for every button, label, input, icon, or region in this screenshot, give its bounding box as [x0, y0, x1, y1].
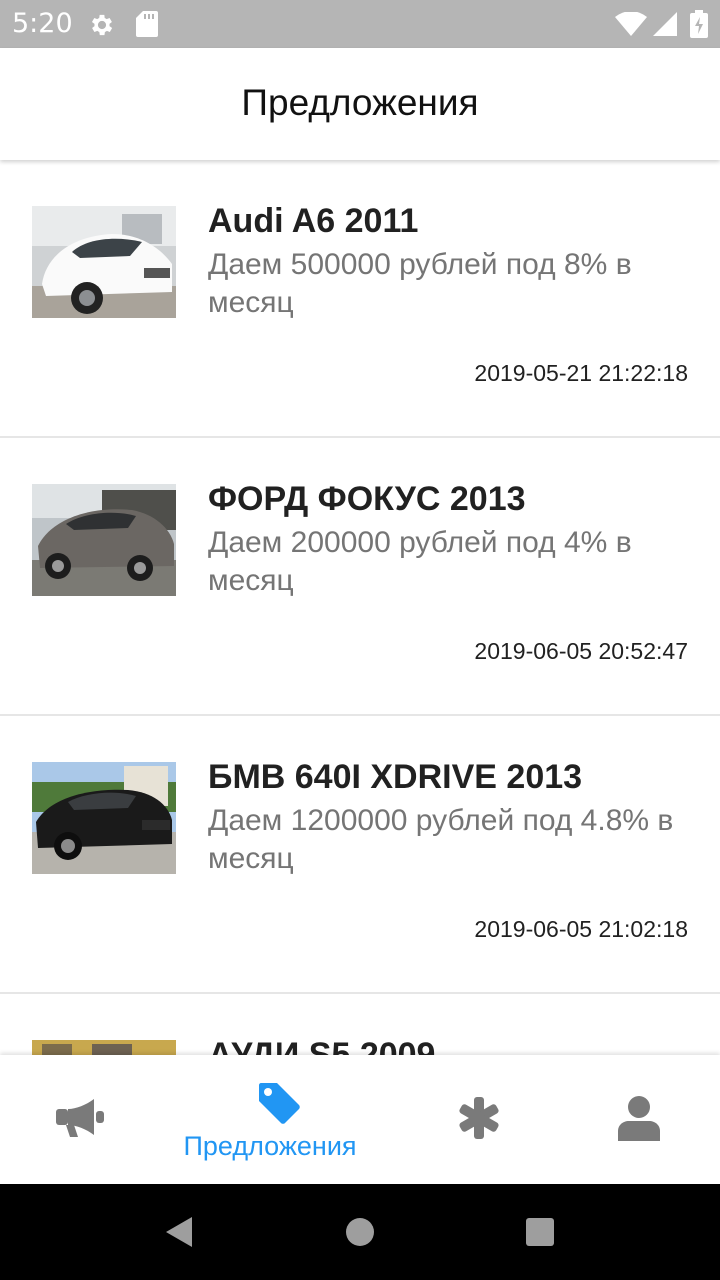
- offer-title: ФОРД ФОКУС 2013: [208, 480, 526, 518]
- offer-item[interactable]: АУДИ S5 2009: [0, 994, 720, 1055]
- car-photo: [32, 762, 176, 874]
- wifi-icon: [615, 12, 647, 36]
- car-photo: [32, 206, 176, 318]
- offer-date: 2019-06-05 21:02:18: [474, 916, 688, 942]
- megaphone-icon: [56, 1099, 104, 1137]
- offer-date: 2019-05-21 21:22:18: [474, 360, 688, 386]
- user-icon: [618, 1096, 660, 1141]
- home-icon[interactable]: [345, 1217, 375, 1247]
- offers-list[interactable]: Audi A6 2011 Даем 500000 рублей под 8% в…: [0, 160, 720, 1055]
- asterisk-icon: [459, 1097, 499, 1139]
- tag-icon: [259, 1083, 300, 1124]
- tab-offers-label: Предложения: [183, 1131, 357, 1161]
- offer-description: Даем 500000 рублей под 8% в месяц: [208, 248, 632, 319]
- offer-item[interactable]: БМВ 640I XDRIVE 2013 Даем 1200000 рублей…: [0, 716, 720, 994]
- battery-icon: [690, 10, 708, 38]
- offer-item[interactable]: ФОРД ФОКУС 2013 Даем 200000 рублей под 4…: [0, 438, 720, 716]
- offer-date: 2019-06-05 20:52:47: [474, 638, 688, 664]
- tab-announcements[interactable]: [0, 1055, 180, 1184]
- offer-description: Даем 1200000 рублей под 4.8% в месяц: [208, 804, 674, 875]
- tab-profile[interactable]: [540, 1055, 720, 1184]
- recents-icon[interactable]: [525, 1217, 555, 1247]
- sd-card-icon: [136, 11, 158, 37]
- status-time: 5:20: [12, 8, 73, 39]
- offer-description: Даем 200000 рублей под 4% в месяц: [208, 526, 632, 597]
- offer-title: БМВ 640I XDRIVE 2013: [208, 758, 583, 796]
- car-photo: [32, 1040, 176, 1055]
- signal-icon: [653, 12, 677, 36]
- offer-title: АУДИ S5 2009: [208, 1036, 436, 1055]
- status-bar: 5:20: [0, 0, 720, 48]
- offer-item[interactable]: Audi A6 2011 Даем 500000 рублей под 8% в…: [0, 160, 720, 438]
- page-title: Предложения: [241, 82, 479, 123]
- app-bar: Предложения: [0, 48, 720, 160]
- tab-offers[interactable]: Предложения: [180, 1055, 360, 1184]
- offer-title: Audi A6 2011: [208, 202, 419, 240]
- bottom-tab-bar: Предложения: [0, 1055, 720, 1184]
- gear-icon: [91, 14, 113, 36]
- car-photo: [32, 484, 176, 596]
- tab-asterisk[interactable]: [360, 1055, 540, 1184]
- system-nav-bar: [0, 1184, 720, 1280]
- back-icon[interactable]: [164, 1215, 194, 1249]
